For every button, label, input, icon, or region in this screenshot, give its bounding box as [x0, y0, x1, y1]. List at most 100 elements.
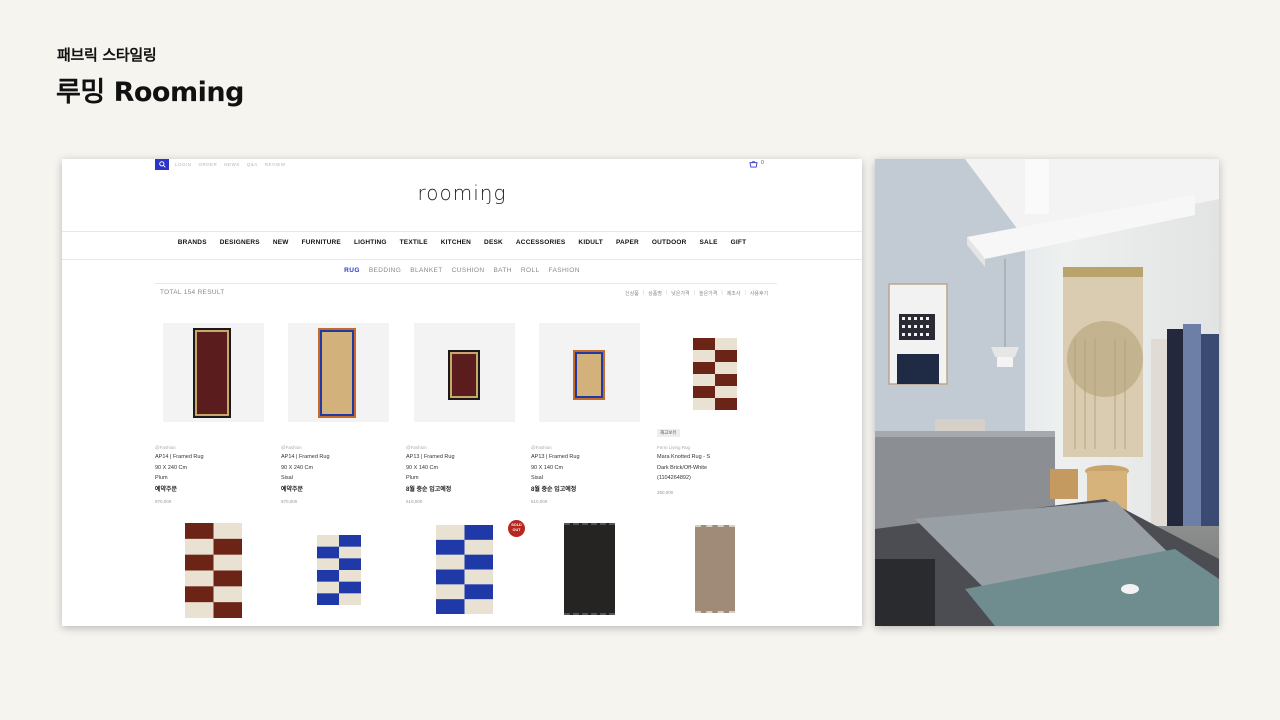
- subnav-cushion[interactable]: CUSHION: [452, 267, 485, 274]
- website-screenshot: LOGIN ORDER NEWS Q&A REVIEW 0 roomiŋg BR…: [62, 159, 862, 626]
- nav-kitchen[interactable]: KITCHEN: [434, 239, 477, 246]
- rug-checker-brick-large[interactable]: [185, 523, 242, 618]
- product-brand: Ferm Living Rug: [657, 445, 691, 450]
- sort-separator: |: [744, 290, 746, 296]
- product-name[interactable]: AP14 | Framed Rug: [281, 452, 391, 463]
- nav-designers[interactable]: DESIGNERS: [213, 239, 266, 246]
- product-status: 8월 중순 입고예정: [531, 486, 577, 493]
- sort-separator: |: [642, 290, 645, 296]
- subnav-blanket[interactable]: BLANKET: [410, 267, 442, 274]
- util-link-news[interactable]: NEWS: [224, 162, 240, 167]
- nav-outdoor[interactable]: OUTDOOR: [645, 239, 693, 246]
- search-icon: [158, 161, 166, 168]
- product-card[interactable]: [539, 323, 649, 422]
- rug-checker-cobalt-small[interactable]: [317, 535, 361, 605]
- product-card[interactable]: [414, 323, 524, 422]
- nav-gift[interactable]: GIFT: [724, 239, 753, 246]
- interior-photo: [875, 159, 1219, 626]
- product-size: 90 X 240 Cm: [281, 464, 314, 471]
- rug-checker-brick: [693, 338, 737, 410]
- product-image[interactable]: [288, 323, 389, 422]
- product-brand: @Fashion: [281, 445, 302, 450]
- product-image[interactable]: [539, 323, 640, 422]
- sort-separator: |: [721, 290, 723, 296]
- sort-review[interactable]: 사용후기: [750, 290, 768, 297]
- product-name[interactable]: Mara Knotted Rug - S: [657, 452, 767, 463]
- product-image[interactable]: [163, 323, 264, 422]
- sort-name[interactable]: 상품명: [648, 290, 662, 297]
- product-info: @Fashion AP14 | Framed Rug 90 X 240 Cm S…: [281, 444, 391, 504]
- product-size: 90 X 240 Cm: [155, 464, 188, 471]
- search-button[interactable]: [155, 159, 169, 170]
- rug-checker-cobalt-large[interactable]: [436, 525, 493, 614]
- rug-framed-sisal: [318, 328, 356, 418]
- product-material: Plum: [155, 475, 168, 481]
- nav-new[interactable]: NEW: [266, 239, 295, 246]
- showroom-image: [875, 159, 1219, 626]
- rug-shag-taupe[interactable]: [695, 525, 735, 613]
- site-logo[interactable]: roomiŋg: [62, 181, 862, 205]
- product-code: (1104264892): [657, 475, 691, 481]
- divider: [62, 231, 862, 232]
- product-name[interactable]: AP14 | Framed Rug: [155, 452, 265, 463]
- product-brand: @Fashion: [531, 445, 552, 450]
- product-name[interactable]: AP13 | Framed Rug: [406, 452, 516, 463]
- subnav-bath[interactable]: BATH: [493, 267, 511, 274]
- product-size: 90 X 140 Cm: [406, 464, 439, 471]
- slide-subtitle: 패브릭 스타일링: [57, 46, 157, 64]
- product-brand: @Fashion: [155, 445, 176, 450]
- product-info: @Fashion AP14 | Framed Rug 90 X 240 Cm P…: [155, 444, 265, 504]
- sort-separator: |: [693, 290, 695, 296]
- util-link-review[interactable]: REVIEW: [265, 162, 286, 167]
- cart-count: 0: [761, 160, 764, 166]
- sort-high-price[interactable]: 높은가격: [699, 290, 717, 297]
- nav-brands[interactable]: BRANDS: [171, 239, 213, 246]
- product-info: @Fashion AP13 | Framed Rug 90 X 140 Cm S…: [531, 444, 641, 504]
- product-status: 예약주문: [281, 486, 304, 493]
- nav-furniture[interactable]: FURNITURE: [295, 239, 347, 246]
- nav-paper[interactable]: PAPER: [609, 239, 645, 246]
- in-stock-badge: 재고보유: [657, 429, 680, 437]
- product-image[interactable]: [414, 323, 515, 422]
- product-color: Dark Brick/Off-White: [657, 464, 708, 471]
- util-link-order[interactable]: ORDER: [199, 162, 218, 167]
- subnav-rug[interactable]: RUG: [344, 267, 360, 274]
- sort-low-price[interactable]: 낮은가격: [671, 290, 689, 297]
- product-size: 90 X 140 Cm: [531, 464, 564, 471]
- product-card[interactable]: [163, 323, 273, 422]
- soldout-badge: SOLD OUT: [508, 520, 525, 537]
- product-info: @Fashion AP13 | Framed Rug 90 X 140 Cm P…: [406, 444, 516, 504]
- product-info: Ferm Living Rug Mara Knotted Rug - S Dar…: [657, 444, 767, 495]
- product-image[interactable]: [665, 323, 766, 422]
- product-price: 970,000: [155, 498, 172, 504]
- product-price: 970,000: [281, 498, 298, 504]
- product-price: 610,000: [531, 498, 548, 504]
- subnav-bedding[interactable]: BEDDING: [369, 267, 401, 274]
- product-card[interactable]: [665, 323, 775, 422]
- nav-sale[interactable]: SALE: [693, 239, 724, 246]
- nav-desk[interactable]: DESK: [478, 239, 510, 246]
- divider: [155, 283, 777, 284]
- util-link-login[interactable]: LOGIN: [175, 162, 192, 167]
- cart-icon: [749, 160, 758, 168]
- rug-shag-black[interactable]: [564, 523, 615, 615]
- product-price: 350,000: [657, 489, 674, 495]
- cart-button[interactable]: 0: [749, 160, 764, 168]
- product-material: Sisal: [281, 475, 293, 481]
- sort-maker[interactable]: 제조사: [727, 290, 741, 297]
- slide-title: 루밍 Rooming: [56, 77, 244, 108]
- sort-options: 신상품 | 상품명 | 낮은가격 | 높은가격 | 제조사 | 사용후기: [625, 290, 768, 297]
- nav-accessories[interactable]: ACCESSORIES: [509, 239, 572, 246]
- main-nav: BRANDS DESIGNERS NEW FURNITURE LIGHTING …: [62, 239, 862, 246]
- product-name[interactable]: AP13 | Framed Rug: [531, 452, 641, 463]
- nav-lighting[interactable]: LIGHTING: [347, 239, 393, 246]
- subnav-roll[interactable]: ROLL: [521, 267, 540, 274]
- util-link-qna[interactable]: Q&A: [247, 162, 258, 167]
- product-card[interactable]: [288, 323, 398, 422]
- sort-new[interactable]: 신상품: [625, 290, 639, 297]
- nav-textile[interactable]: TEXTILE: [393, 239, 434, 246]
- product-material: Sisal: [531, 475, 543, 481]
- nav-kidult[interactable]: KIDULT: [572, 239, 610, 246]
- category-subnav: RUG BEDDING BLANKET CUSHION BATH ROLL FA…: [62, 267, 862, 274]
- subnav-fashion[interactable]: FASHION: [548, 267, 579, 274]
